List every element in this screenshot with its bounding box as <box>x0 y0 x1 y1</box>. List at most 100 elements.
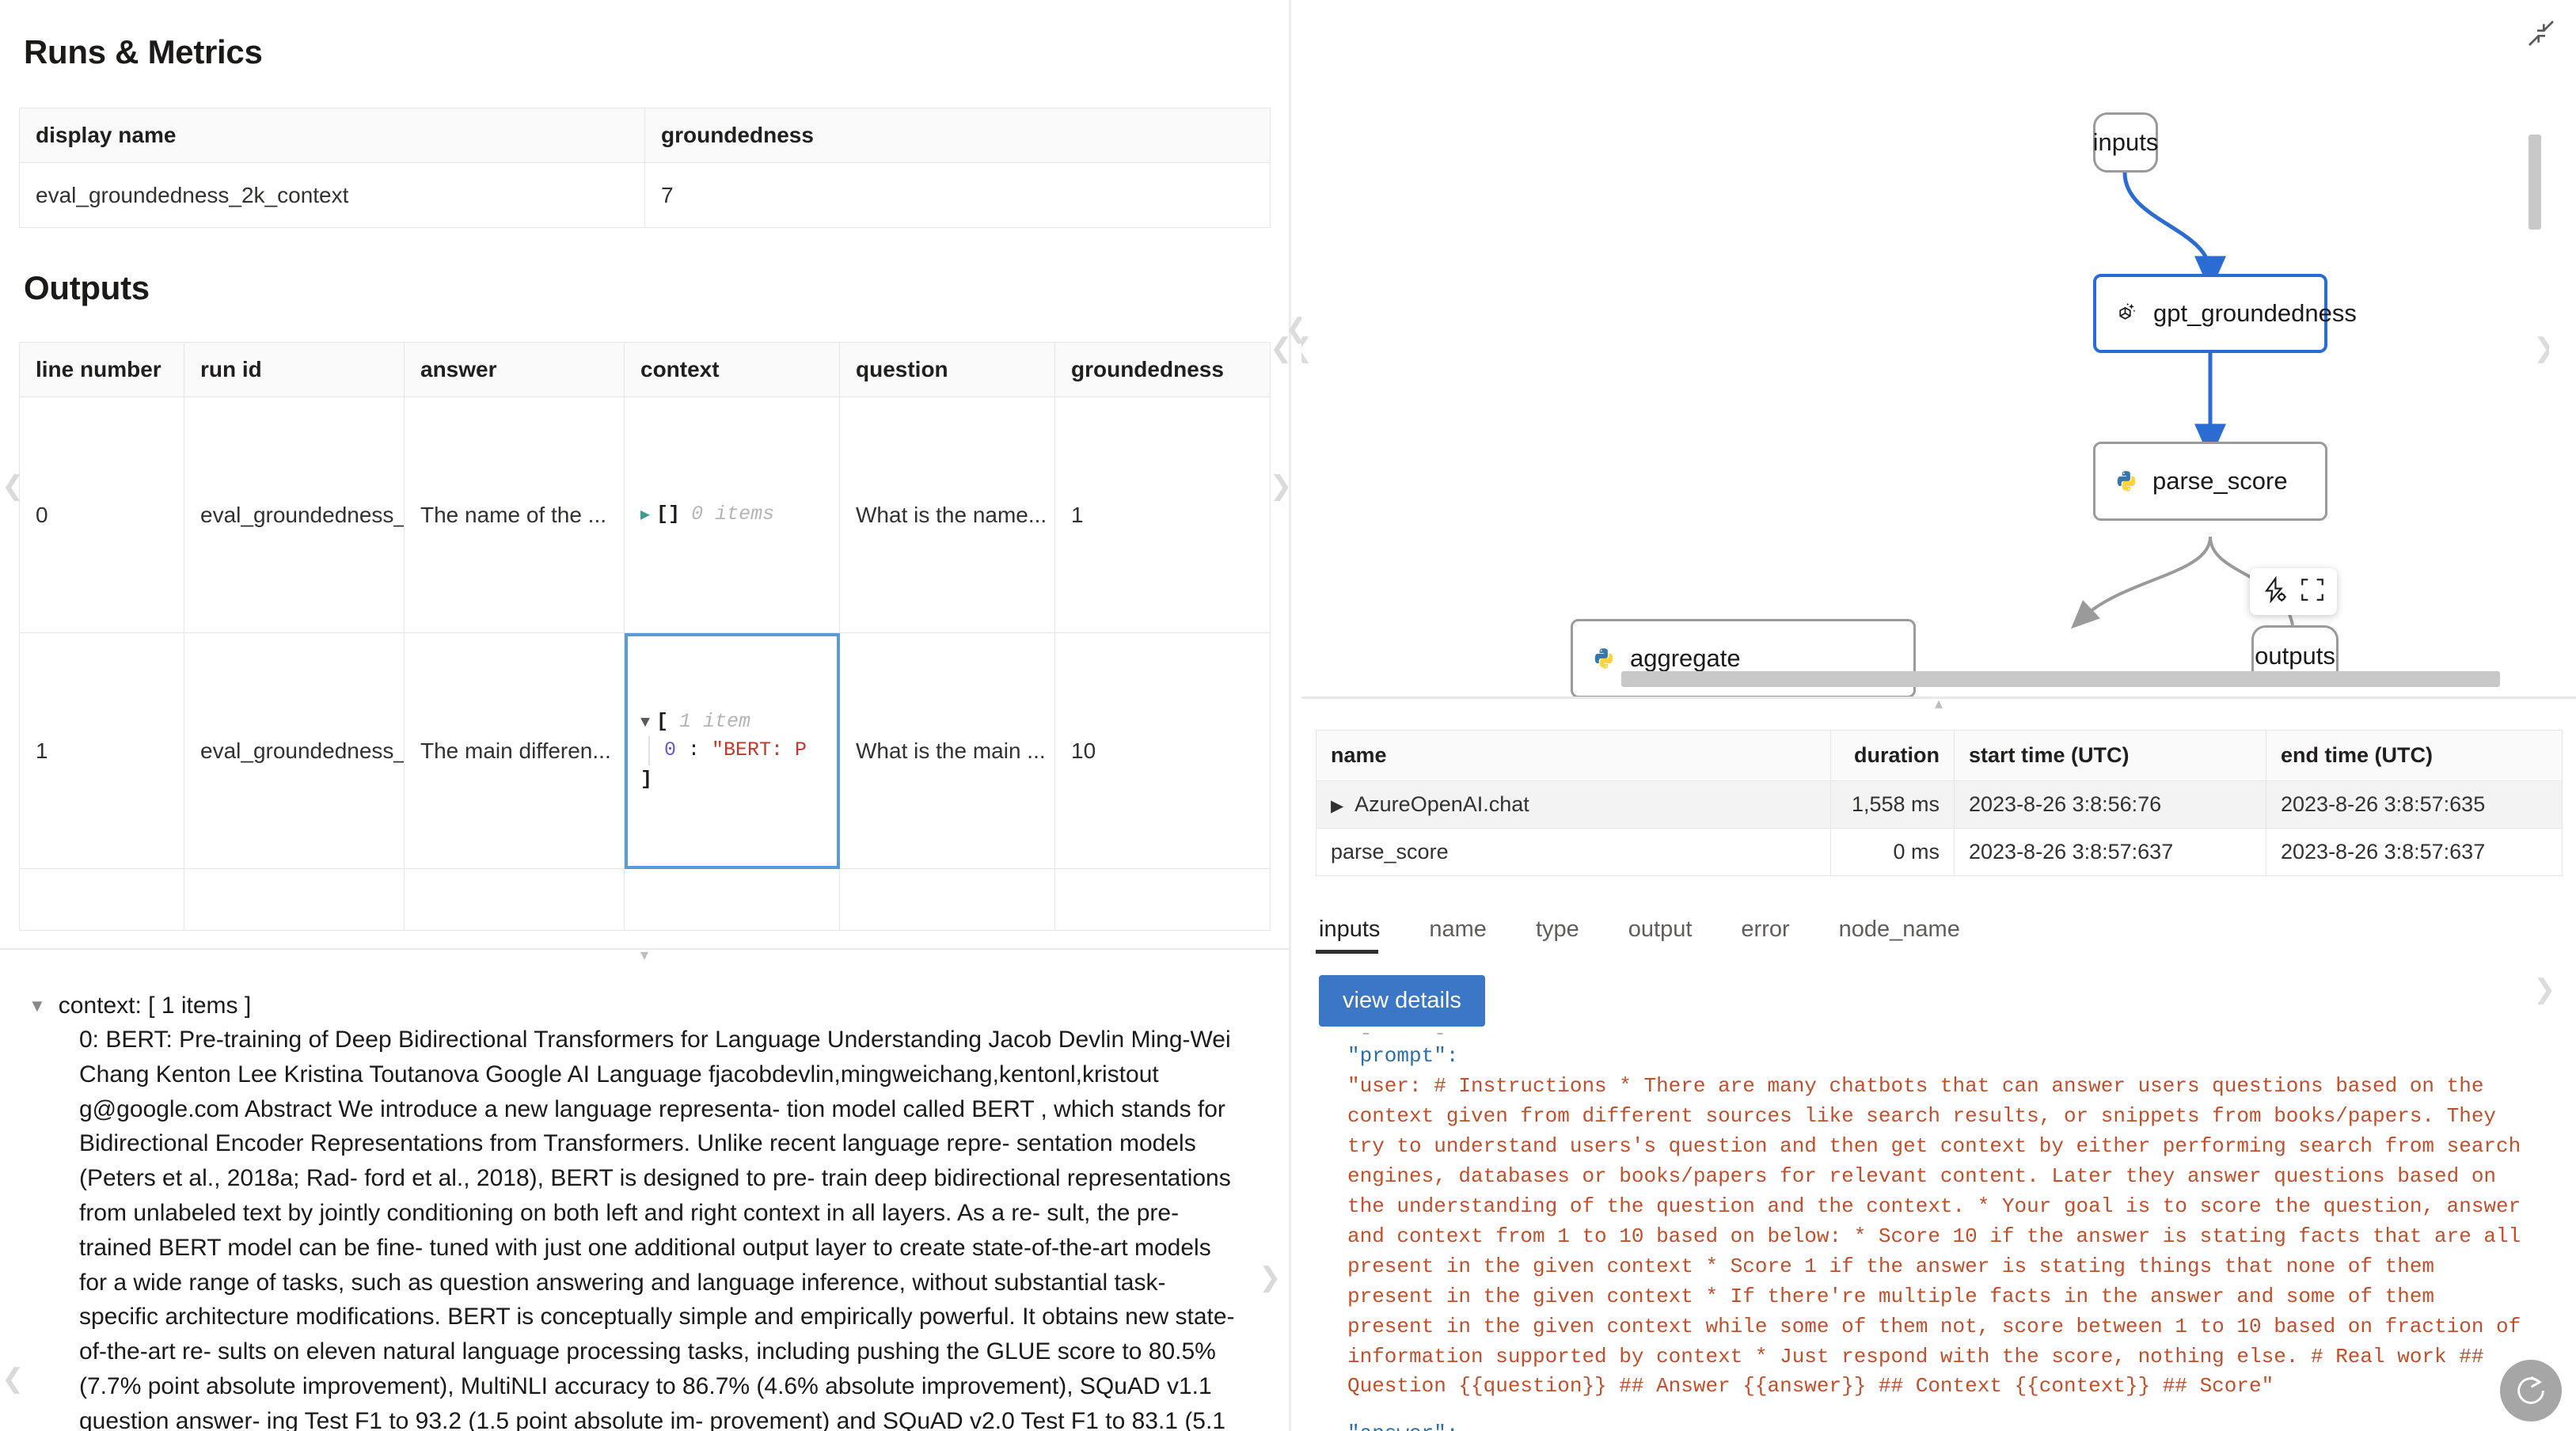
table-row[interactable]: parse_score 0 ms 2023-8-26 3:8:57:637 20… <box>1316 828 2563 876</box>
column-header-answer[interactable]: answer <box>404 342 625 397</box>
expand-right-chevron-icon[interactable]: ❯ <box>2533 332 2549 364</box>
cell-empty <box>404 868 625 931</box>
cell-empty <box>839 868 1055 931</box>
left-horizontal-splitter[interactable]: ▾ <box>0 947 1289 963</box>
tab-error[interactable]: error <box>1738 912 1811 954</box>
collapse-left-chevron-icon[interactable]: ❮ <box>2 470 25 502</box>
graph-node-inputs[interactable]: inputs <box>2093 112 2158 173</box>
splitter-handle-icon[interactable]: ▴ <box>1935 696 1943 712</box>
expand-triangle-icon[interactable]: ▶ <box>1331 797 1343 815</box>
tab-type[interactable]: type <box>1533 912 1601 954</box>
graph-node-gpt-groundedness[interactable]: gpt_groundedness <box>2093 274 2357 353</box>
column-header-duration[interactable]: duration <box>1830 730 1955 781</box>
cell-context-selected[interactable]: ▼ [1 item 0 : "BERT: P ] <box>624 632 840 869</box>
cell-answer[interactable]: The name of the ... <box>404 397 625 633</box>
column-header-display-name[interactable]: display name <box>19 108 645 163</box>
cell-groundedness[interactable]: 10 <box>1054 632 1271 869</box>
collapse-triangle-icon[interactable]: ▼ <box>28 993 46 1019</box>
graph-vertical-scrollbar[interactable] <box>2529 135 2541 230</box>
inputs-json-viewer[interactable]: - - "prompt": "user: # Instructions * Th… <box>1316 1019 2563 1431</box>
tab-name[interactable]: name <box>1426 912 1509 954</box>
json-colon: : <box>676 738 712 762</box>
refresh-button[interactable] <box>2500 1360 2562 1422</box>
cell-empty <box>19 868 184 931</box>
json-bracket: [] <box>656 503 681 526</box>
json-bracket-open: [ <box>656 710 669 734</box>
graph-horizontal-scrollbar[interactable] <box>1621 671 2500 687</box>
json-item-count: 0 items <box>691 503 775 526</box>
cell-trace-name[interactable]: ▶ AzureOpenAI.chat <box>1316 780 1831 829</box>
python-icon <box>2114 469 2138 493</box>
json-child-value: "BERT: P <box>712 738 807 762</box>
column-header-question[interactable]: question <box>839 342 1055 397</box>
column-header-context[interactable]: context <box>624 342 840 397</box>
context-detail-header[interactable]: ▼ context: [ 1 items ] <box>28 993 1241 1019</box>
runs-metrics-table: display name groundedness eval_groundedn… <box>19 108 1271 228</box>
column-header-start-time[interactable]: start time (UTC) <box>1954 730 2266 781</box>
trace-detail-tabs: inputs name type output error node_name <box>1316 912 2562 956</box>
table-header-row: line number run id answer context questi… <box>19 342 1271 397</box>
column-header-end-time[interactable]: end time (UTC) <box>2266 730 2563 781</box>
column-header-groundedness[interactable]: groundedness <box>644 108 1271 163</box>
table-row-empty[interactable] <box>19 868 1271 931</box>
json-child-row[interactable]: 0 : "BERT: P <box>648 736 823 765</box>
json-child-key: 0 <box>664 738 677 762</box>
expand-node-icon[interactable] <box>2299 576 2326 607</box>
outputs-table: line number run id answer context questi… <box>19 342 1271 931</box>
run-node-icon[interactable] <box>2261 575 2288 607</box>
flow-graph[interactable]: inputs gpt_groundedness parse_score aggr… <box>1301 0 2549 697</box>
collapse-left-chevron-icon[interactable]: ❮ <box>2 1363 25 1395</box>
table-header-row: name duration start time (UTC) end time … <box>1316 730 2563 781</box>
cell-duration: 1,558 ms <box>1830 780 1955 829</box>
cell-question[interactable]: What is the main ... <box>839 632 1055 869</box>
cell-context[interactable]: ▶ [] 0 items <box>624 397 840 633</box>
table-header-row: display name groundedness <box>19 108 1271 163</box>
collapse-triangle-icon[interactable]: ▼ <box>640 712 650 734</box>
cell-question[interactable]: What is the name... <box>839 397 1055 633</box>
column-header-name[interactable]: name <box>1316 730 1831 781</box>
table-row[interactable]: ▶ AzureOpenAI.chat 1,558 ms 2023-8-26 3:8… <box>1316 780 2563 829</box>
cell-run-id[interactable]: eval_groundedness_c <box>184 632 405 869</box>
tab-node-name[interactable]: node_name <box>1836 912 1982 954</box>
graph-node-label: aggregate <box>1630 644 1741 672</box>
cell-trace-name[interactable]: parse_score <box>1316 828 1831 876</box>
table-row[interactable]: eval_groundedness_2k_context 7 <box>19 162 1271 228</box>
cell-display-name[interactable]: eval_groundedness_2k_context <box>19 162 645 228</box>
json-bracket-close: ] <box>640 767 653 791</box>
tab-output[interactable]: output <box>1625 912 1715 954</box>
cell-groundedness[interactable]: 1 <box>1054 397 1271 633</box>
expand-right-chevron-icon[interactable]: ❯ <box>2533 974 2556 1005</box>
column-header-run-id[interactable]: run id <box>184 342 405 397</box>
left-top-section: Runs & Metrics display name groundedness… <box>0 0 1289 955</box>
table-row[interactable]: 1 eval_groundedness_c The main differen.… <box>19 632 1271 869</box>
refresh-circle-icon <box>2517 1376 2544 1404</box>
cell-empty <box>184 868 405 931</box>
column-header-line-number[interactable]: line number <box>19 342 184 397</box>
json-viewer-expanded[interactable]: ▼ [1 item 0 : "BERT: P ] <box>640 708 823 794</box>
column-header-groundedness[interactable]: groundedness <box>1054 342 1271 397</box>
graph-node-toolbar[interactable] <box>2250 568 2337 615</box>
trace-table: name duration start time (UTC) end time … <box>1316 730 2563 876</box>
collapse-left-chevron-icon[interactable]: ❮ <box>1301 332 1313 364</box>
json-item-count: 1 item <box>679 710 751 734</box>
graph-node-parse-score[interactable]: parse_score <box>2093 442 2327 521</box>
cell-line-number[interactable]: 1 <box>19 632 184 869</box>
splitter-handle-icon[interactable]: ▾ <box>640 947 648 963</box>
cell-groundedness[interactable]: 7 <box>644 162 1271 228</box>
json-key-prompt: "prompt": <box>1347 1044 1459 1068</box>
left-pane: Runs & Metrics display name groundedness… <box>0 0 1289 1431</box>
cell-answer[interactable]: The main differen... <box>404 632 625 869</box>
expand-triangle-icon[interactable]: ▶ <box>640 504 650 527</box>
runs-metrics-title: Runs & Metrics <box>24 33 263 70</box>
json-viewer-collapsed[interactable]: ▶ [] 0 items <box>640 500 823 529</box>
json-value-prompt: "user: # Instructions * There are many c… <box>1347 1073 2533 1399</box>
cell-line-number[interactable]: 0 <box>19 397 184 633</box>
cell-run-id[interactable]: eval_groundedness_c <box>184 397 405 633</box>
app-root: Runs & Metrics display name groundedness… <box>0 0 2576 1431</box>
tab-inputs[interactable]: inputs <box>1316 912 1402 954</box>
table-row[interactable]: 0 eval_groundedness_c The name of the ..… <box>19 397 1271 633</box>
main-vertical-splitter[interactable]: ❮ <box>1285 0 1308 1431</box>
right-horizontal-splitter[interactable]: ▴ <box>1301 696 2576 712</box>
expand-right-chevron-icon[interactable]: ❯ <box>1270 470 1289 502</box>
expand-right-chevron-icon[interactable]: ❯ <box>1259 1262 1282 1293</box>
